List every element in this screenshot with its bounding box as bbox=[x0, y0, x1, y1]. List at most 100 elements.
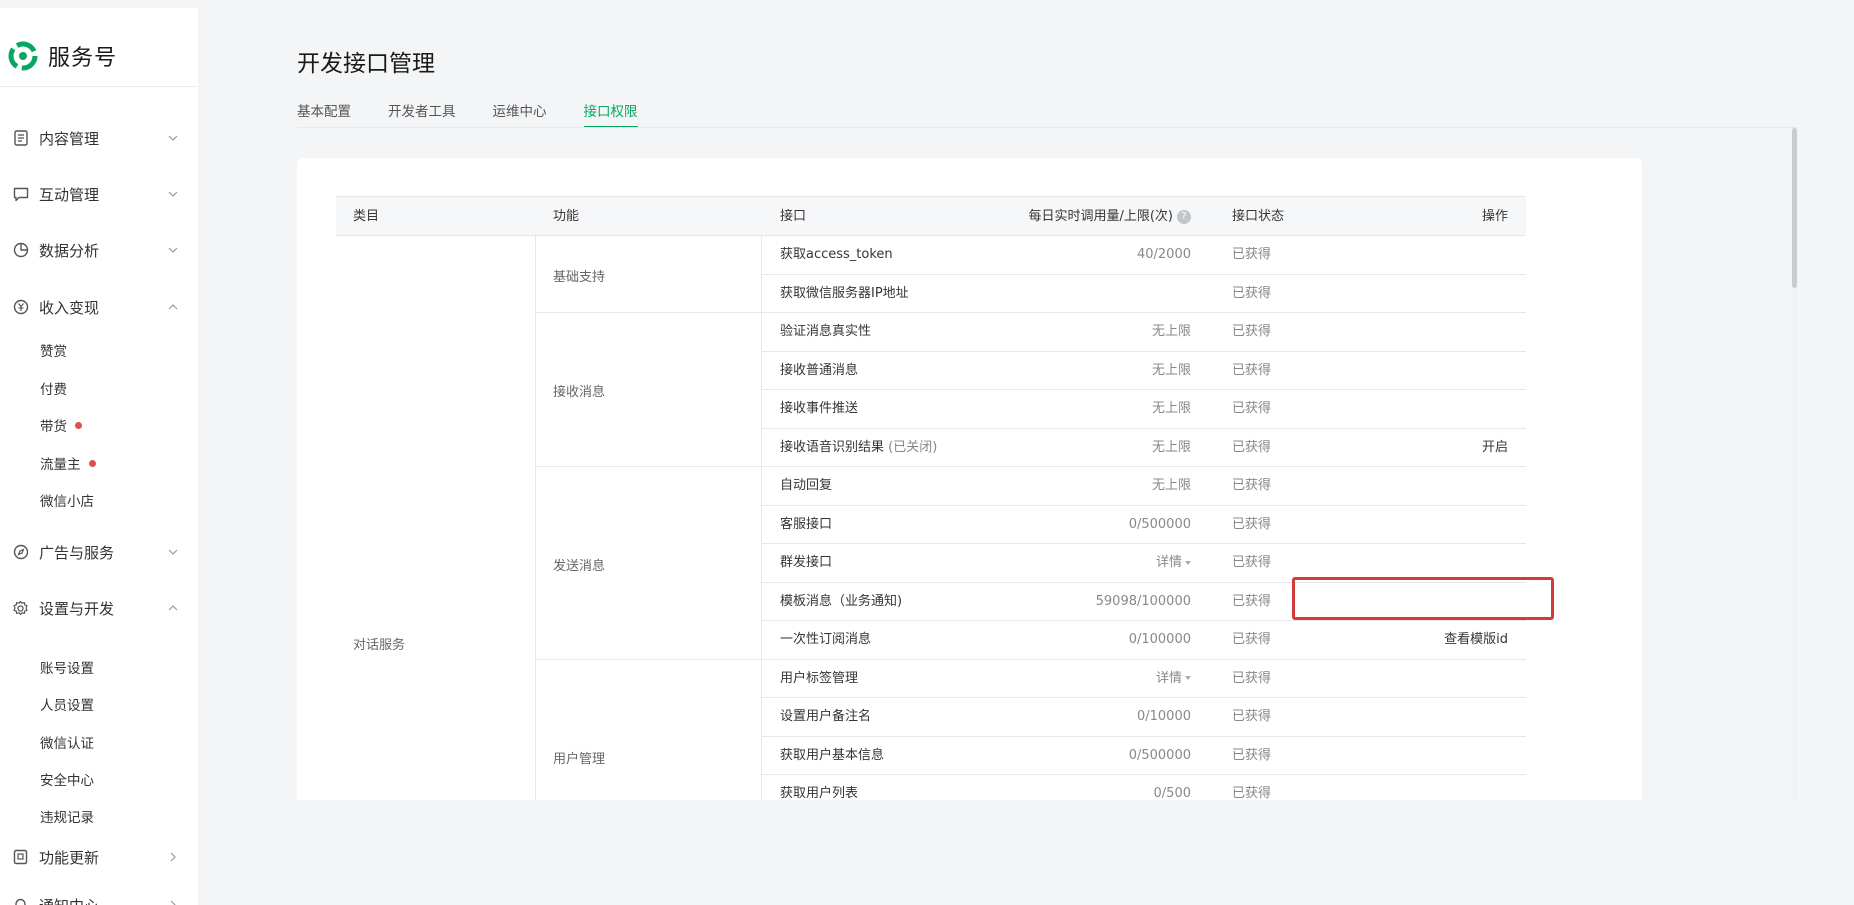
function-label: 发送消息 bbox=[553, 559, 606, 574]
tab-developer-tools[interactable]: 开发者工具 bbox=[388, 100, 456, 128]
sub-item-wechat-store[interactable]: 微信小店 bbox=[40, 489, 94, 511]
function-cell: 基础支持 bbox=[536, 236, 762, 313]
header-operation: 操作 bbox=[1481, 209, 1508, 224]
caret-down-icon bbox=[1185, 560, 1191, 565]
table-row: 接收语音识别结果 (已关闭) 无上限 已获得 开启 bbox=[762, 429, 1526, 467]
api-name: 群发接口 bbox=[780, 555, 833, 570]
api-name: 获取用户基本信息 bbox=[780, 747, 885, 763]
api-name: 获取微信服务器IP地址 bbox=[780, 285, 909, 301]
function-cell: 接收消息 bbox=[536, 313, 762, 467]
document-icon bbox=[12, 130, 29, 147]
logo[interactable]: 服务号 bbox=[8, 36, 117, 76]
table-header: 类目 功能 接口 每日实时调用量/上限(次)? 接口状态 操作 bbox=[336, 196, 1526, 236]
api-status: 已获得 bbox=[1232, 516, 1272, 532]
nav-label: 收入变现 bbox=[39, 298, 100, 317]
nav-monetization[interactable]: 收入变现 bbox=[12, 293, 180, 321]
header-function: 功能 bbox=[553, 209, 580, 224]
sub-item-selling[interactable]: 带货 bbox=[40, 414, 82, 436]
quota-details-dropdown[interactable]: 详情 bbox=[1156, 660, 1191, 698]
header-status: 接口状态 bbox=[1232, 209, 1285, 224]
api-status: 已获得 bbox=[1232, 709, 1272, 724]
page-title: 开发接口管理 bbox=[297, 51, 435, 77]
sub-item-wechat-verification[interactable]: 微信认证 bbox=[40, 731, 94, 753]
tab-ops-center[interactable]: 运维中心 bbox=[493, 100, 547, 128]
api-quota: 0/10000 bbox=[1136, 709, 1191, 724]
api-name: 获取access_token bbox=[780, 247, 893, 262]
nav-data-analysis[interactable]: 数据分析 bbox=[12, 236, 180, 264]
scrollbar-thumb[interactable] bbox=[1792, 128, 1797, 288]
enable-link[interactable]: 开启 bbox=[1482, 429, 1508, 467]
function-cell: 发送消息 bbox=[536, 467, 762, 660]
api-quota: 无上限 bbox=[1151, 362, 1191, 378]
yen-icon bbox=[12, 299, 29, 316]
chevron-down-icon bbox=[168, 247, 178, 253]
nav-label: 功能更新 bbox=[39, 848, 100, 867]
api-quota: 40/2000 bbox=[1136, 247, 1191, 262]
notification-dot bbox=[88, 459, 96, 467]
table-row: 获取access_token 40/2000 已获得 bbox=[762, 236, 1526, 275]
function-label: 接收消息 bbox=[553, 385, 606, 400]
sub-item-traffic-owner[interactable]: 流量主 bbox=[40, 452, 96, 474]
nav-label: 广告与服务 bbox=[39, 543, 115, 562]
details-label: 详情 bbox=[1155, 670, 1182, 686]
sub-item-account-settings[interactable]: 账号设置 bbox=[40, 656, 94, 678]
nav-settings-development[interactable]: 设置与开发 bbox=[12, 594, 180, 622]
api-name: 用户标签管理 bbox=[780, 670, 859, 686]
nav-interaction-management[interactable]: 互动管理 bbox=[12, 180, 180, 208]
table-row: 设置用户备注名 0/10000 已获得 bbox=[762, 698, 1526, 737]
nav-content-management[interactable]: 内容管理 bbox=[12, 124, 180, 152]
api-name: 设置用户备注名 bbox=[780, 709, 872, 724]
api-quota: 0/500000 bbox=[1128, 747, 1191, 763]
table-row: 一次性订阅消息 0/100000 已获得 查看模版id bbox=[762, 621, 1526, 660]
nav-label: 互动管理 bbox=[39, 185, 100, 204]
api-quota: 无上限 bbox=[1151, 401, 1191, 416]
app-name: 服务号 bbox=[48, 46, 118, 71]
category-label: 对话服务 bbox=[353, 638, 406, 653]
api-status: 已获得 bbox=[1232, 247, 1272, 262]
api-quota: 0/500000 bbox=[1128, 516, 1191, 532]
table-row: 获取用户列表 0/500 已获得 bbox=[762, 775, 1526, 800]
api-name: 验证消息真实性 bbox=[780, 324, 872, 339]
api-name-text: 接收语音识别结果 bbox=[780, 439, 885, 455]
wechat-service-logo-icon bbox=[8, 41, 38, 71]
header-quota-label: 每日实时调用量/上限(次) bbox=[1028, 209, 1173, 224]
nav-notification-center[interactable]: 通知中心 bbox=[12, 891, 180, 905]
api-status: 已获得 bbox=[1232, 362, 1272, 378]
quota-details-dropdown[interactable]: 详情 bbox=[1156, 544, 1191, 582]
sub-item-security-center[interactable]: 安全中心 bbox=[40, 768, 94, 790]
api-status: 已获得 bbox=[1232, 439, 1272, 455]
content-scroll-area[interactable]: 类目 功能 接口 每日实时调用量/上限(次)? 接口状态 操作 对话服务 基础支… bbox=[297, 128, 1797, 800]
nav-ads-services[interactable]: 广告与服务 bbox=[12, 538, 180, 566]
compass-icon bbox=[12, 544, 29, 561]
header-quota: 每日实时调用量/上限(次)? bbox=[1028, 197, 1191, 237]
chevron-down-icon bbox=[168, 135, 178, 141]
api-name: 客服接口 bbox=[780, 516, 833, 532]
nav-feature-updates[interactable]: 功能更新 bbox=[12, 843, 180, 871]
help-icon[interactable]: ? bbox=[1177, 209, 1191, 224]
function-cell: 用户管理 bbox=[536, 660, 762, 800]
sub-item-reward[interactable]: 赞赏 bbox=[40, 339, 67, 361]
view-template-id-link[interactable]: 查看模版id bbox=[1444, 621, 1508, 659]
header-api: 接口 bbox=[780, 209, 807, 224]
sidebar: 服务号 内容管理 互动管理 数据分析 收入变现 赞赏 付费 带货 流量主 微信小… bbox=[0, 8, 198, 905]
tab-api-permissions[interactable]: 接口权限 bbox=[583, 100, 638, 128]
api-name: 获取用户列表 bbox=[780, 786, 859, 800]
sub-item-label: 带货 bbox=[40, 419, 67, 435]
api-quota: 0/100000 bbox=[1128, 632, 1191, 647]
api-status: 已获得 bbox=[1232, 401, 1272, 416]
api-status: 已获得 bbox=[1232, 555, 1272, 570]
sub-item-member-settings[interactable]: 人员设置 bbox=[40, 693, 94, 715]
api-quota: 59098/100000 bbox=[1095, 593, 1191, 609]
table-row: 验证消息真实性 无上限 已获得 bbox=[762, 313, 1526, 352]
red-highlight-box bbox=[1292, 577, 1554, 620]
sub-item-paid[interactable]: 付费 bbox=[40, 377, 67, 399]
chevron-down-icon bbox=[168, 549, 178, 555]
api-status: 已获得 bbox=[1232, 670, 1272, 686]
nav-label: 内容管理 bbox=[39, 129, 100, 148]
nav-label: 数据分析 bbox=[39, 241, 100, 260]
sub-item-violation-records[interactable]: 违规记录 bbox=[40, 805, 94, 827]
api-quota: 0/500 bbox=[1153, 786, 1191, 800]
chevron-right-icon bbox=[170, 852, 176, 862]
tab-basic-config[interactable]: 基本配置 bbox=[297, 100, 351, 128]
api-name: 接收事件推送 bbox=[780, 401, 859, 416]
